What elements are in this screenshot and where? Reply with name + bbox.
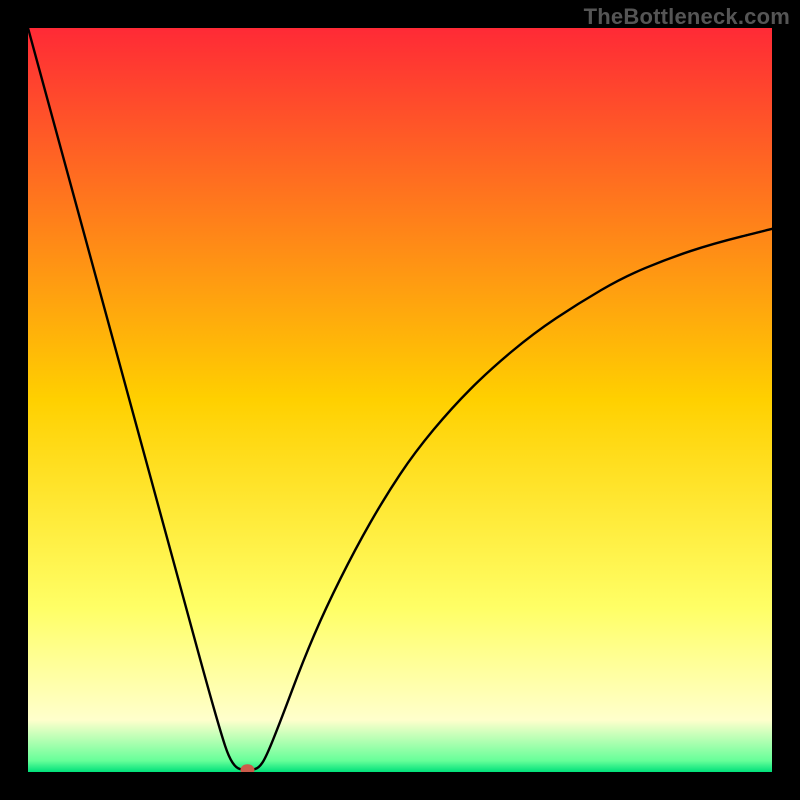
chart-svg <box>28 28 772 772</box>
watermark-text: TheBottleneck.com <box>584 4 790 30</box>
chart-frame: TheBottleneck.com <box>0 0 800 800</box>
gradient-background <box>28 28 772 772</box>
plot-area <box>28 28 772 772</box>
